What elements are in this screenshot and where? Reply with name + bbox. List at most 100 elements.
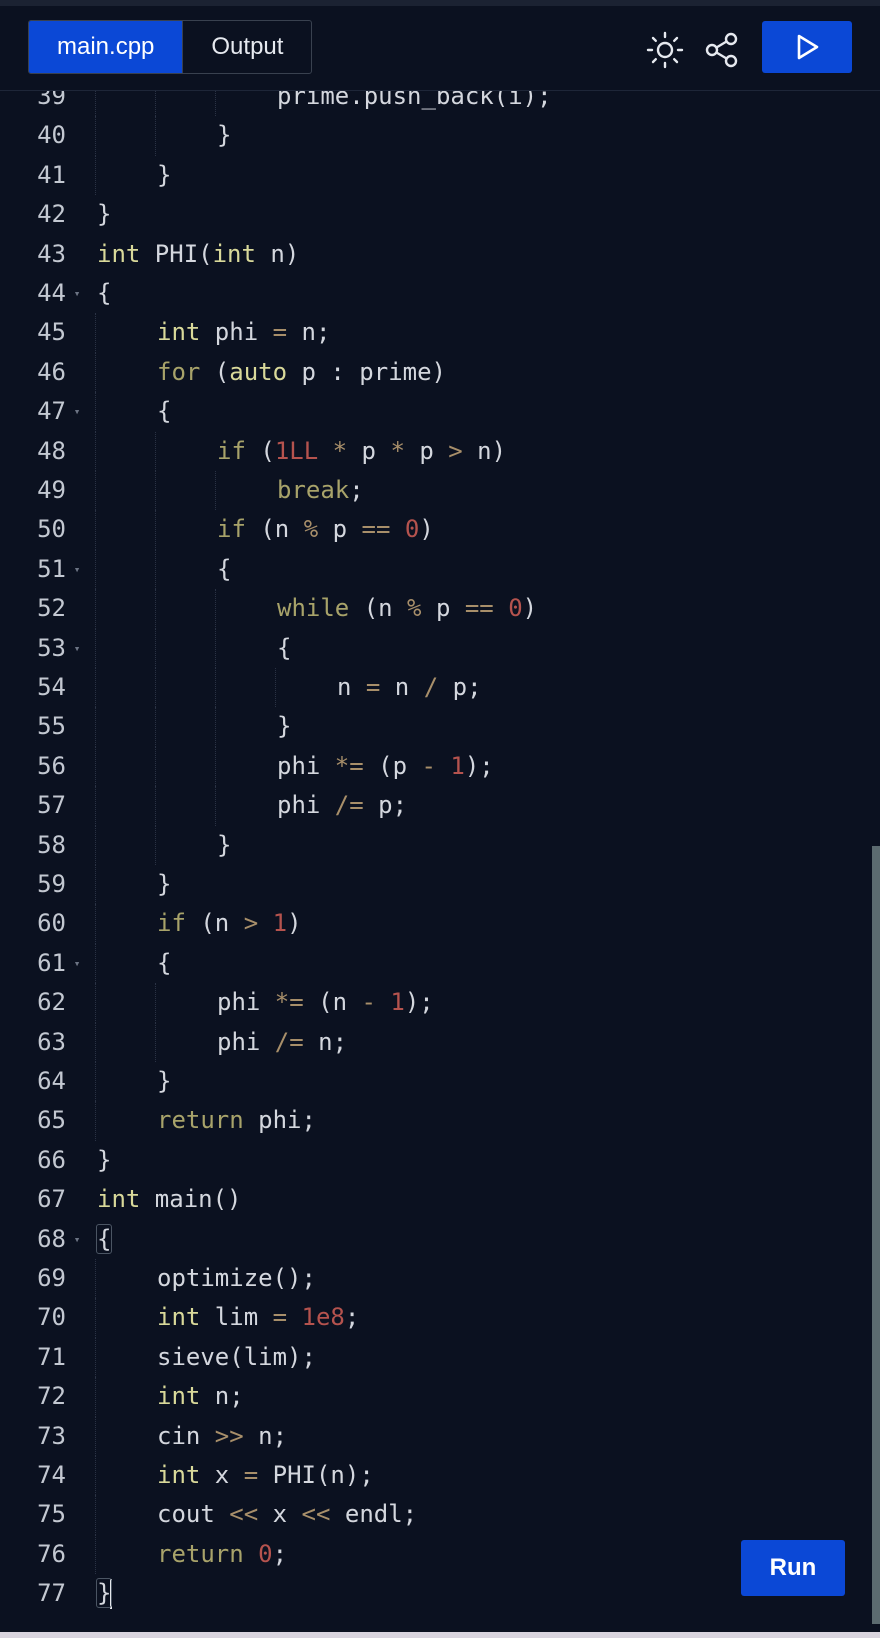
code-line[interactable]: 43 int PHI(int n) xyxy=(0,235,880,274)
code-token: int xyxy=(157,1382,201,1411)
code-line[interactable]: 44 ▾ { xyxy=(0,274,880,313)
code-line[interactable]: 61 ▾ { xyxy=(0,943,880,984)
code-token: if xyxy=(217,515,246,544)
code-token: - xyxy=(421,751,436,780)
fold-arrow-icon[interactable]: ▾ xyxy=(70,550,84,589)
code-line[interactable]: 55} xyxy=(0,707,880,747)
code-text: { xyxy=(217,550,231,589)
indent-guide xyxy=(95,1416,96,1456)
code-token: x xyxy=(258,1500,302,1529)
fold-arrow-icon[interactable]: ▾ xyxy=(70,392,84,431)
line-number: 44 xyxy=(37,279,66,307)
code-line[interactable]: 46 for (auto p : prime) xyxy=(0,352,880,393)
code-line[interactable]: 64} xyxy=(0,1062,880,1102)
code-token: int xyxy=(97,1185,141,1214)
indent-guide xyxy=(95,628,96,668)
code-text: phi /= p; xyxy=(277,786,407,825)
indent-guide xyxy=(155,471,156,511)
code-token: / xyxy=(423,673,439,701)
code-line[interactable]: 70 int lim = 1e8; xyxy=(0,1298,880,1338)
run-button[interactable]: Run xyxy=(741,1540,845,1596)
code-line[interactable]: 53 ▾ { xyxy=(0,628,880,668)
code-line[interactable]: 62 phi *= (n - 1); xyxy=(0,983,880,1023)
code-token: n; xyxy=(303,1027,348,1056)
code-line[interactable]: 45 int phi = n; xyxy=(0,313,880,353)
code-token: % xyxy=(407,594,422,623)
line-number: 43 xyxy=(37,239,66,268)
code-line[interactable]: 66} xyxy=(0,1141,880,1180)
code-text: phi *= (n - 1); xyxy=(217,983,434,1022)
code-editor[interactable]: 39 prime.push_back(i); 40} 41} 42} 43 int PHI(… xyxy=(0,91,880,1632)
line-number: 62 xyxy=(37,988,66,1017)
sun-icon[interactable] xyxy=(645,30,685,70)
code-token: *= xyxy=(334,751,364,780)
code-token: if xyxy=(157,909,186,938)
run-play-button[interactable] xyxy=(762,21,852,73)
code-line[interactable]: 59} xyxy=(0,865,880,905)
code-token: ; xyxy=(272,1539,288,1568)
code-text: } xyxy=(217,826,231,865)
line-number: 61 xyxy=(37,948,66,977)
code-line[interactable]: 50 if (n % p == 0) xyxy=(0,510,880,550)
code-line[interactable]: 73 cin >> n; xyxy=(0,1416,880,1456)
tab-main-cpp[interactable]: main.cpp xyxy=(29,21,183,73)
code-line[interactable]: 74 int x = PHI(n); xyxy=(0,1456,880,1496)
code-line[interactable]: 40} xyxy=(0,116,880,156)
line-number: 59 xyxy=(37,870,66,898)
code-line[interactable]: 48 if (1LL * p * p > n) xyxy=(0,431,880,471)
code-token: PHI(n); xyxy=(258,1461,374,1489)
indent-guide xyxy=(95,1298,96,1338)
fold-arrow-icon[interactable]: ▾ xyxy=(70,944,84,983)
code-line[interactable]: 52 while (n % p == 0) xyxy=(0,589,880,629)
code-token: p xyxy=(347,436,391,465)
code-token: (n xyxy=(303,988,362,1017)
code-text: int x = PHI(n); xyxy=(157,1456,374,1495)
code-line[interactable]: 63 phi /= n; xyxy=(0,1022,880,1062)
line-number: 73 xyxy=(37,1421,66,1450)
code-line[interactable]: 41} xyxy=(0,155,880,196)
code-text: int main() xyxy=(97,1180,242,1219)
code-line[interactable]: 56 phi *= (p - 1); xyxy=(0,746,880,787)
code-token: int xyxy=(212,239,256,268)
code-line[interactable]: 72 int n; xyxy=(0,1377,880,1417)
code-line[interactable]: 75 cout << x << endl; xyxy=(0,1495,880,1535)
tab-output[interactable]: Output xyxy=(182,21,311,73)
code-text: sieve(lim); xyxy=(157,1338,316,1377)
code-line[interactable]: 68 ▾ { xyxy=(0,1220,880,1259)
indent-guide xyxy=(215,628,216,668)
fold-arrow-icon[interactable]: ▾ xyxy=(70,274,84,313)
code-line[interactable]: 54 n = n / p; xyxy=(0,668,880,708)
fold-arrow-icon[interactable]: ▾ xyxy=(70,1220,84,1259)
code-line[interactable]: 69 optimize(); xyxy=(0,1259,880,1299)
line-number: 39 xyxy=(37,91,66,110)
share-icon[interactable] xyxy=(702,30,742,70)
indent-guide xyxy=(95,786,96,826)
indent-guide xyxy=(155,825,156,865)
code-line[interactable]: 58} xyxy=(0,825,880,865)
indent-guide xyxy=(95,1495,96,1535)
code-line[interactable]: 49 break; xyxy=(0,471,880,511)
code-text: for (auto p : prime) xyxy=(157,353,446,392)
indent-guide xyxy=(95,471,96,511)
code-token: ); xyxy=(464,751,494,780)
code-line[interactable]: 51 ▾ { xyxy=(0,549,880,590)
code-text: if (n % p == 0) xyxy=(217,510,434,549)
code-line[interactable]: 67 int main() xyxy=(0,1180,880,1219)
indent-guide xyxy=(155,786,156,826)
code-line[interactable]: 42} xyxy=(0,195,880,234)
code-line[interactable]: 47 ▾ { xyxy=(0,392,880,432)
code-line[interactable]: 60 if (n > 1) xyxy=(0,904,880,944)
line-number: 76 xyxy=(37,1539,66,1568)
fold-arrow-icon[interactable]: ▾ xyxy=(70,629,84,668)
vertical-scrollbar[interactable] xyxy=(872,846,880,1624)
code-token: - xyxy=(361,988,376,1017)
indent-guide xyxy=(95,904,96,944)
indent-guide xyxy=(95,155,96,196)
code-line[interactable]: 39 prime.push_back(i); xyxy=(0,91,880,117)
code-line[interactable]: 57 phi /= p; xyxy=(0,786,880,826)
code-line[interactable]: 65 return phi; xyxy=(0,1101,880,1141)
indent-guide xyxy=(95,1101,96,1141)
code-line[interactable]: 71 sieve(lim); xyxy=(0,1337,880,1378)
code-token: sieve(lim); xyxy=(157,1342,316,1371)
